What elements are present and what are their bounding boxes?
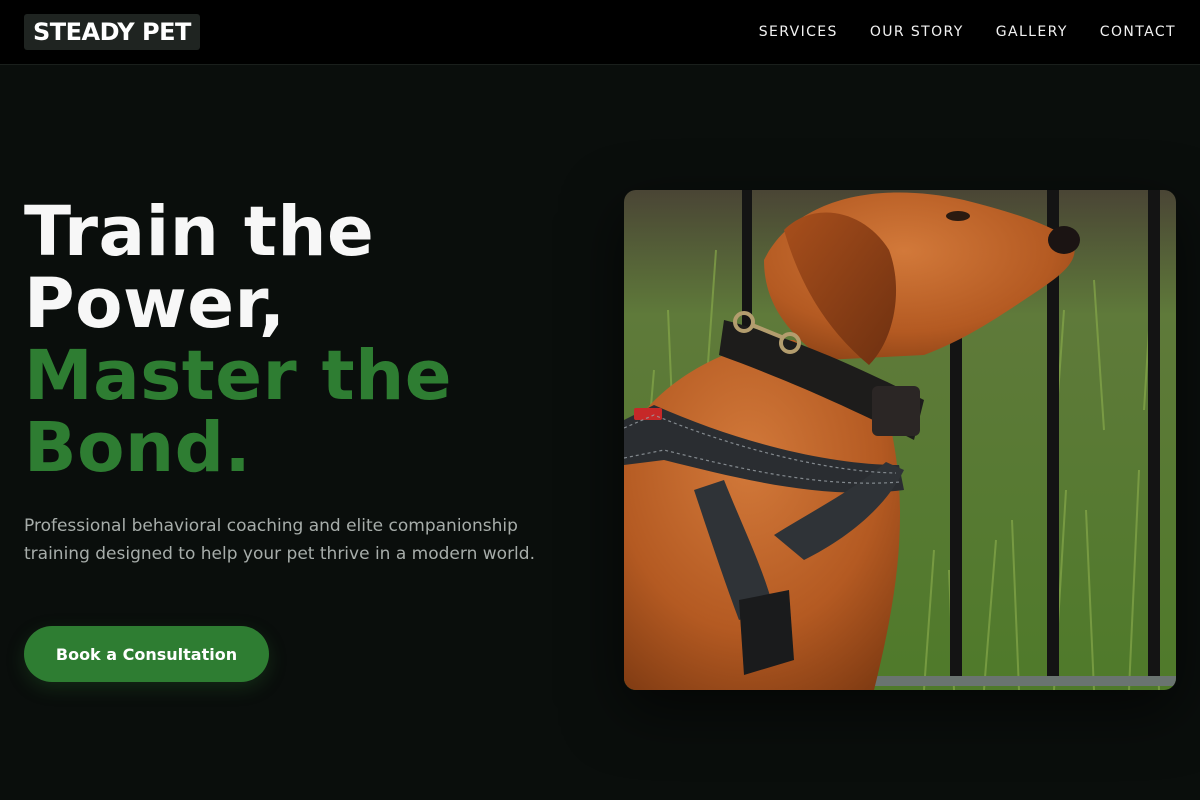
nav-link-services[interactable]: SERVICES [759,24,838,40]
headline-line-3: Master the [24,336,453,416]
nav-link-gallery[interactable]: GALLERY [996,24,1068,40]
nav-link-contact[interactable]: CONTACT [1100,24,1176,40]
hero-dog-photo [624,190,1176,690]
book-consultation-button[interactable]: Book a Consultation [24,626,269,682]
brand-logo[interactable]: STEADY PET [24,14,200,50]
headline-line-4: Bond. [24,408,252,488]
hero-content: Train the Power, Master the Bond. Profes… [24,196,584,568]
hero-headline: Train the Power, Master the Bond. [24,196,584,484]
headline-line-2: Power, [24,264,286,344]
hero-subtitle: Professional behavioral coaching and eli… [24,516,535,564]
nav-link-our-story[interactable]: OUR STORY [870,24,964,40]
main-nav: SERVICES OUR STORY GALLERY CONTACT [759,0,1176,64]
top-navbar: STEADY PET SERVICES OUR STORY GALLERY CO… [0,0,1200,65]
headline-line-1: Train the [24,192,375,272]
